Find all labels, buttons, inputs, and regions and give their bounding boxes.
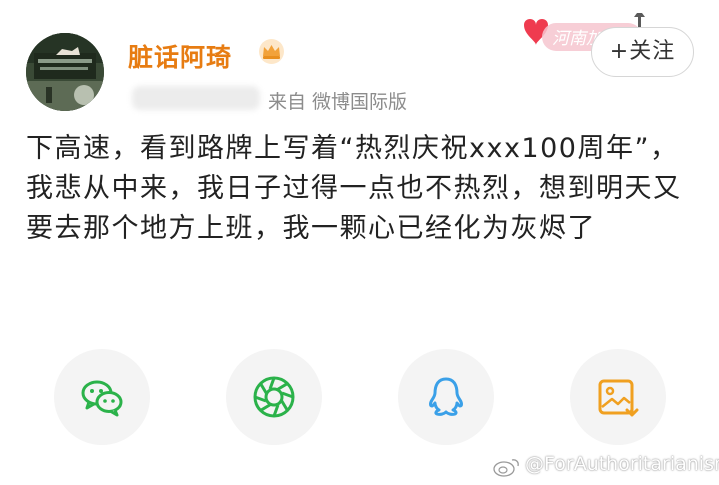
save-image-icon <box>598 379 639 417</box>
watermark: @ForAuthoritarianism <box>495 453 719 475</box>
avatar-image <box>26 33 104 111</box>
share-moments-button[interactable] <box>226 349 322 445</box>
avatar[interactable] <box>26 33 104 111</box>
qq-icon <box>429 377 463 416</box>
crown-icon <box>259 39 284 64</box>
post-text: 下高速，看到路牌上写着“热烈庆祝xxx100周年”，我悲从中来，我日子过得一点也… <box>26 133 682 244</box>
post-source: 来自 微博国际版 <box>268 91 408 113</box>
username[interactable]: 脏话阿琦 <box>128 38 232 74</box>
share-wechat-button[interactable] <box>54 349 150 445</box>
moments-icon <box>253 376 295 418</box>
follow-button[interactable]: +关注 <box>591 27 694 77</box>
save-image-button[interactable] <box>570 349 666 445</box>
redacted-timestamp <box>132 86 260 110</box>
watermark-text: @ForAuthoritarianism <box>525 453 719 475</box>
wechat-icon <box>81 380 123 417</box>
share-qq-button[interactable] <box>398 349 494 445</box>
